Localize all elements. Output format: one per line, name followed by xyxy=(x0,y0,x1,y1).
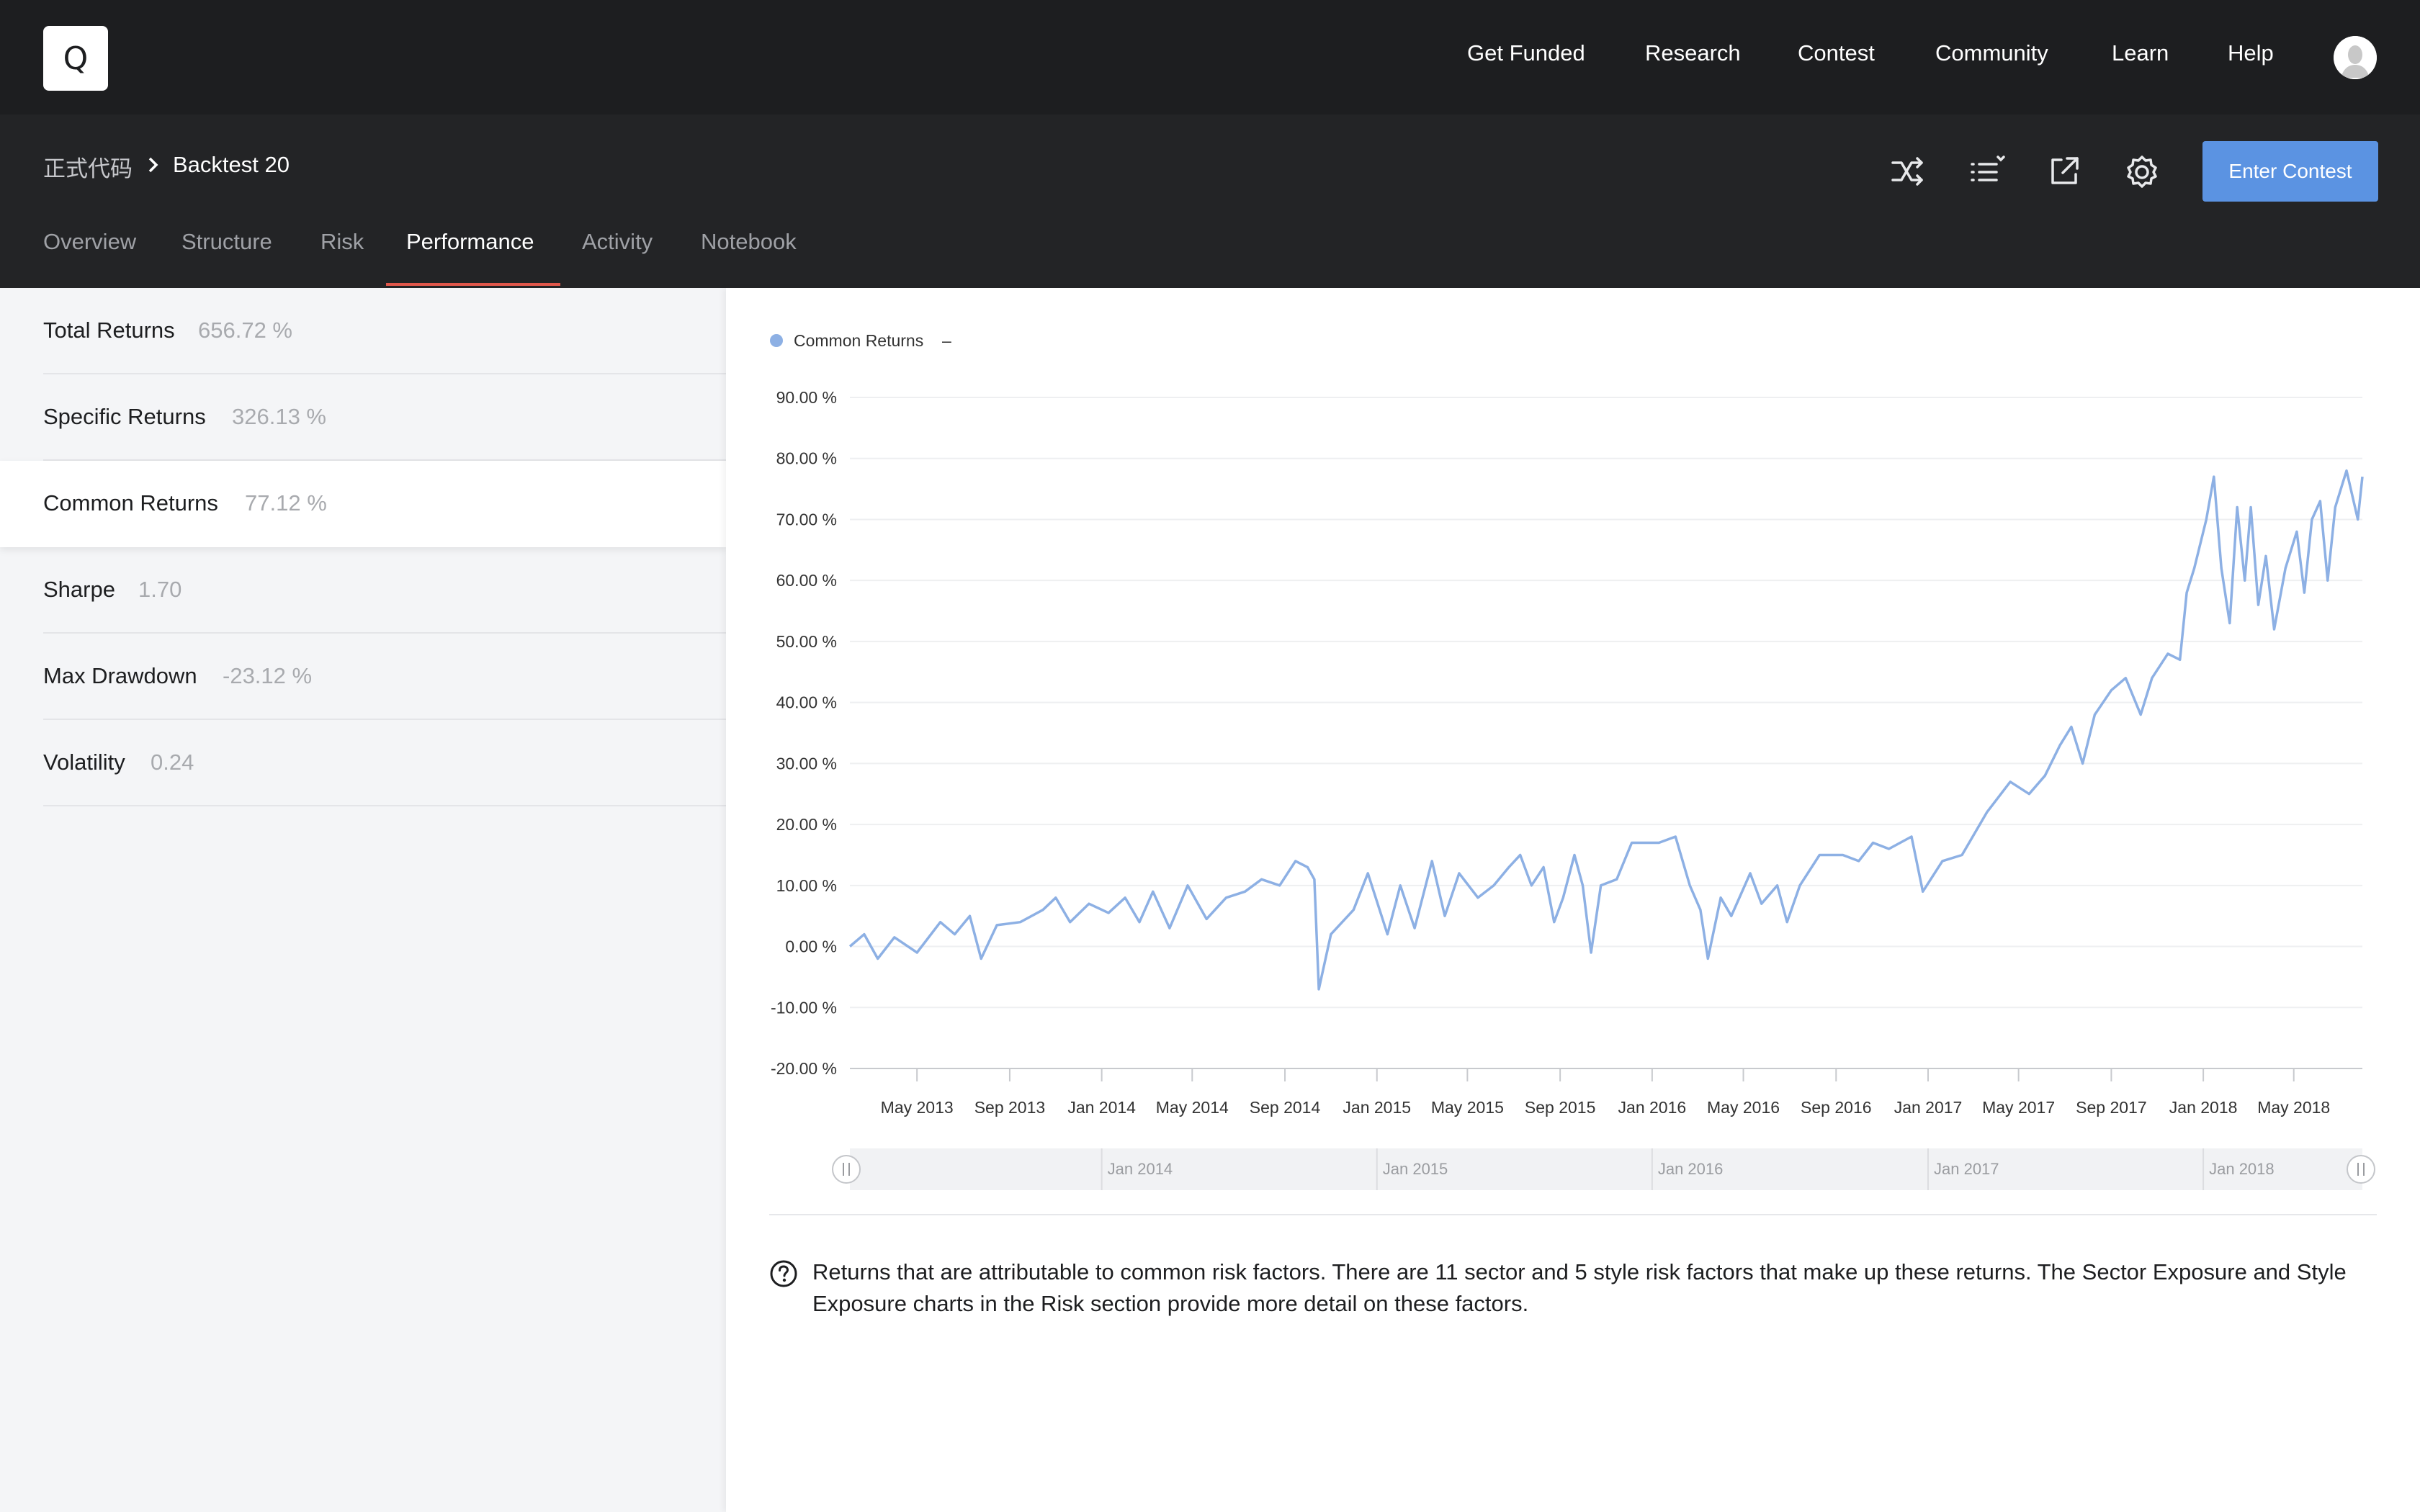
metric-volatility[interactable]: Volatility 0.24 xyxy=(0,720,726,806)
logo-letter: Q xyxy=(63,40,89,77)
y-tick-label: 60.00 % xyxy=(776,571,837,590)
metric-sharpe[interactable]: Sharpe 1.70 xyxy=(0,547,726,634)
y-tick-label: 0.00 % xyxy=(785,937,837,956)
y-tick-label: 40.00 % xyxy=(776,693,837,712)
metric-label: Max Drawdown xyxy=(43,663,197,688)
metric-label: Common Returns xyxy=(43,490,218,516)
metric-label: Total Returns xyxy=(43,318,175,343)
metric-value: -23.12 % xyxy=(223,663,313,688)
list-icon[interactable] xyxy=(1966,151,2007,192)
divider xyxy=(43,805,726,806)
legend-series-value: – xyxy=(942,331,951,350)
navigator-label: Jan 2018 xyxy=(2209,1160,2275,1178)
navigator-label: Jan 2017 xyxy=(1934,1160,1999,1178)
question-circle-icon[interactable] xyxy=(769,1259,798,1288)
legend-marker xyxy=(770,334,783,347)
range-navigator[interactable]: Jan 2014 Jan 2015 Jan 2016 Jan 2017 Jan 2018 xyxy=(832,1148,2375,1190)
navigator-label: Jan 2015 xyxy=(1383,1160,1448,1178)
breadcrumb-backtest: Backtest 20 xyxy=(173,152,290,177)
active-tab-indicator xyxy=(386,283,560,286)
x-tick-label: Sep 2015 xyxy=(1525,1098,1595,1117)
shuffle-icon[interactable] xyxy=(1888,151,1929,192)
x-tick-label: May 2017 xyxy=(1982,1098,2055,1117)
tab-notebook[interactable]: Notebook xyxy=(701,229,797,255)
legend-series-label[interactable]: Common Returns xyxy=(794,331,923,350)
gear-icon[interactable] xyxy=(2122,151,2162,192)
y-tick-label: 50.00 % xyxy=(776,632,837,651)
common-returns-chart[interactable]: Common Returns – 90.00 % 80.00 % 70.00 % 60… xyxy=(749,317,2391,1202)
x-tick-label: Jan 2018 xyxy=(2169,1098,2238,1117)
breadcrumb-algorithm[interactable]: 正式代码 xyxy=(43,150,133,183)
metric-max-drawdown[interactable]: Max Drawdown -23.12 % xyxy=(0,634,726,720)
x-tick-label: Jan 2016 xyxy=(1618,1098,1687,1117)
external-link-icon[interactable] xyxy=(2044,151,2084,192)
metric-total-returns[interactable]: Total Returns 656.72 % xyxy=(0,288,726,374)
navigator-left-handle[interactable] xyxy=(832,1155,861,1184)
metric-value: 1.70 xyxy=(138,577,182,602)
x-tick-label: Jan 2015 xyxy=(1343,1098,1411,1117)
x-axis: May 2013 Sep 2013 Jan 2014 May 2014 Sep 2014… xyxy=(850,1068,2362,1117)
nav-contest[interactable]: Contest xyxy=(1798,40,1875,66)
gridlines xyxy=(850,397,2362,1069)
x-tick-label: Sep 2014 xyxy=(1250,1098,1321,1117)
x-tick-label: Jan 2014 xyxy=(1067,1098,1136,1117)
y-tick-label: -20.00 % xyxy=(771,1059,837,1078)
x-tick-label: May 2014 xyxy=(1156,1098,1229,1117)
metric-label: Sharpe xyxy=(43,577,115,602)
x-tick-label: May 2015 xyxy=(1431,1098,1504,1117)
metric-common-returns[interactable]: Common Returns 77.12 % xyxy=(0,461,726,547)
user-avatar[interactable] xyxy=(2334,36,2377,79)
chevron-right-icon xyxy=(148,157,158,173)
top-navigation-bar: Q Get Funded Research Contest Community … xyxy=(0,0,2420,114)
navigator-label: Jan 2014 xyxy=(1108,1160,1173,1178)
navigator-label: Jan 2016 xyxy=(1658,1160,1724,1178)
y-tick-label: 70.00 % xyxy=(776,510,837,528)
metric-specific-returns[interactable]: Specific Returns 326.13 % xyxy=(0,374,726,461)
series-line-common-returns xyxy=(848,469,2364,991)
nav-learn[interactable]: Learn xyxy=(2112,40,2169,66)
x-tick-label: Sep 2017 xyxy=(2076,1098,2146,1117)
y-tick-label: 20.00 % xyxy=(776,815,837,834)
nav-research[interactable]: Research xyxy=(1645,40,1741,66)
nav-help[interactable]: Help xyxy=(2228,40,2274,66)
metric-label: Specific Returns xyxy=(43,404,206,429)
y-tick-label: -10.00 % xyxy=(771,998,837,1017)
metric-value: 0.24 xyxy=(151,750,194,775)
x-tick-label: May 2016 xyxy=(1707,1098,1780,1117)
nav-community[interactable]: Community xyxy=(1935,40,2048,66)
x-tick-label: May 2013 xyxy=(881,1098,954,1117)
y-axis: 90.00 % 80.00 % 70.00 % 60.00 % 50.00 % 40.00… xyxy=(771,388,837,1078)
y-tick-label: 30.00 % xyxy=(776,754,837,773)
divider xyxy=(769,1214,2377,1215)
quantopian-logo[interactable]: Q xyxy=(43,26,108,91)
x-tick-label: Sep 2016 xyxy=(1801,1098,1871,1117)
metrics-sidebar: Total Returns 656.72 % Specific Returns … xyxy=(0,288,726,1512)
enter-contest-button[interactable]: Enter Contest xyxy=(2202,141,2378,202)
y-tick-label: 90.00 % xyxy=(776,388,837,407)
tab-overview[interactable]: Overview xyxy=(43,229,136,255)
x-tick-label: Jan 2017 xyxy=(1894,1098,1963,1117)
navigator-track[interactable] xyxy=(850,1148,2362,1190)
y-tick-label: 10.00 % xyxy=(776,876,837,895)
navigator-right-handle[interactable] xyxy=(2347,1155,2375,1184)
metric-value: 77.12 % xyxy=(245,490,327,516)
x-tick-label: Sep 2013 xyxy=(974,1098,1045,1117)
metric-value: 326.13 % xyxy=(232,404,326,429)
metric-description: Returns that are attributable to common … xyxy=(812,1259,2347,1316)
tab-activity[interactable]: Activity xyxy=(582,229,653,255)
nav-get-funded[interactable]: Get Funded xyxy=(1467,40,1585,66)
tab-risk[interactable]: Risk xyxy=(321,229,364,255)
metric-label: Volatility xyxy=(43,750,125,775)
y-tick-label: 80.00 % xyxy=(776,449,837,468)
x-tick-label: May 2018 xyxy=(2257,1098,2330,1117)
metric-value: 656.72 % xyxy=(198,318,292,343)
tab-performance[interactable]: Performance xyxy=(406,229,534,255)
backtest-header xyxy=(0,114,2420,288)
user-silhouette-icon xyxy=(2334,36,2377,79)
tab-structure[interactable]: Structure xyxy=(182,229,272,255)
